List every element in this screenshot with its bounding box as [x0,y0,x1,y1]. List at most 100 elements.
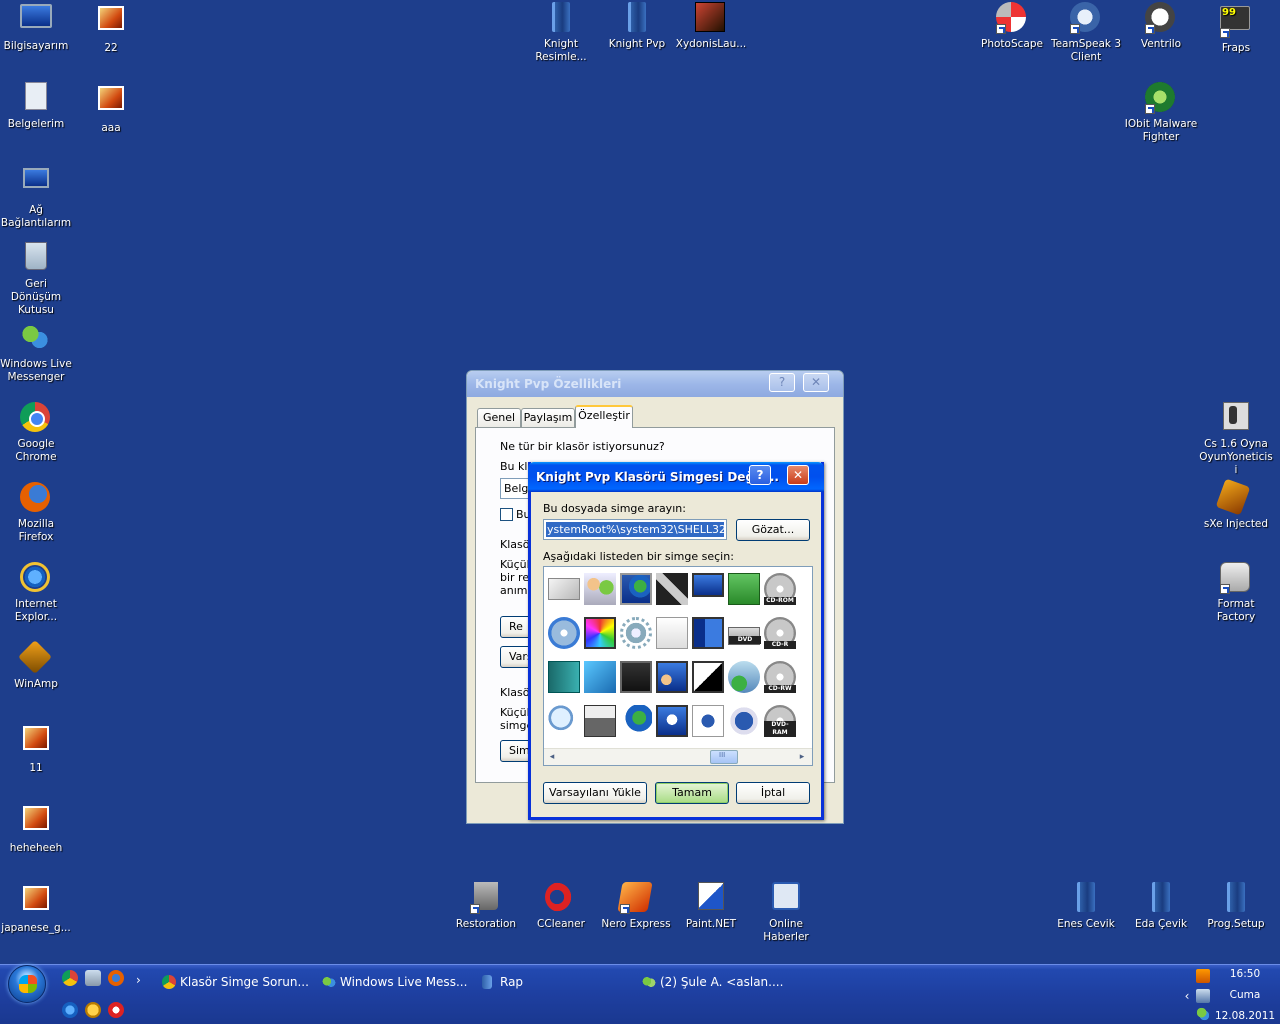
desktop-icon-my-computer[interactable]: Bilgisayarım [0,2,74,53]
desktop-icon-mozilla-firefox[interactable]: Mozilla Firefox [0,482,74,544]
desktop-icon-nero[interactable]: Nero Express [598,882,674,931]
desktop-icon-google-chrome[interactable]: Google Chrome [0,402,74,464]
icon-file-path-input[interactable]: ystemRoot%\system32\SHELL32.dll [543,519,727,540]
display-properties-icon[interactable] [584,617,616,649]
quicklaunch-show-desktop-icon[interactable] [85,970,101,986]
scroll-thumb[interactable] [710,750,738,764]
taskbar-button-messenger[interactable]: Windows Live Mess... [320,971,470,993]
monitor-search-icon[interactable] [656,705,688,737]
media-player-tray-icon[interactable] [1196,969,1210,983]
apply-subfolders-checkbox[interactable] [500,508,513,521]
clock-time[interactable]: 16:50 [1210,968,1280,980]
network-monitor-icon[interactable] [692,617,724,649]
restore-defaults-button[interactable]: Varsayılanı Yükle [543,782,647,804]
ccleaner-icon [545,882,577,914]
dialog-help-button[interactable]: ? [749,465,771,485]
desktop-icon-network-connections[interactable]: Ağ Bağlantılarım [0,162,74,230]
desktop-icon-11[interactable]: 11 [0,722,74,775]
quicklaunch-chrome-icon[interactable] [62,970,78,986]
desktop-icon-xydonis-launcher[interactable]: XydonisLau... [673,2,749,51]
dialog-close-button[interactable]: ✕ [787,465,809,485]
expand-tray-icon[interactable]: ‹ [1180,989,1194,1003]
browse-button[interactable]: Gözat... [736,519,810,541]
quicklaunch-app-icon[interactable] [108,1002,124,1018]
desktop-icon-japanese[interactable]: japanese_g... [0,882,74,935]
help-doc-icon[interactable] [692,705,724,737]
desktop-icon-eda-cevik[interactable]: Eda Çevik [1123,882,1199,931]
green-arrow-icon[interactable] [728,573,760,605]
quicklaunch-chevron-icon[interactable]: › [136,973,141,987]
ok-button[interactable]: Tamam [655,782,729,804]
desktop-icon-ccleaner[interactable]: CCleaner [523,882,599,931]
magnifier-icon[interactable] [548,705,580,737]
user-monitor-icon[interactable] [656,661,688,693]
book-icon[interactable] [548,661,580,693]
tools-icon[interactable] [656,573,688,605]
cancel-button[interactable]: İptal [736,782,810,804]
desktop-icon-my-documents[interactable]: Belgelerim [0,82,74,131]
taskbar-button-rap[interactable]: Rap [480,971,630,993]
desktop-icon-22[interactable]: 22 [73,2,149,55]
search-settings-icon[interactable] [656,617,688,649]
desktop-icon-fraps[interactable]: Fraps [1198,2,1274,55]
help-icon[interactable] [728,705,760,737]
desktop-icon-photoscape[interactable]: PhotoScape [974,2,1050,51]
gear-icon[interactable] [620,617,652,649]
desktop-icon-iobit[interactable]: IObit Malware Fighter [1123,82,1199,144]
music-add-icon[interactable] [728,661,760,693]
globe-clock-icon[interactable] [620,705,652,737]
desktop-icon-recycle-bin[interactable]: Geri Dönüşüm Kutusu [0,242,74,317]
cdrom-icon[interactable]: CD-ROM [764,573,796,605]
desktop-icon-teamspeak[interactable]: TeamSpeak 3 Client [1048,2,1124,64]
scroll-left-arrow-icon[interactable]: ◂ [546,751,558,763]
change-icon-title-bar[interactable]: Knight Pvp Klasörü Simgesi Değiş... [528,462,824,492]
quicklaunch-ie-icon[interactable] [62,1002,78,1018]
desktop-icon-winamp[interactable]: WinAmp [0,640,74,691]
start-button[interactable] [8,965,46,1003]
monitor-icon[interactable] [692,573,724,597]
globe-monitor-icon[interactable] [620,573,652,605]
scroll-right-arrow-icon[interactable]: ▸ [796,751,808,763]
desktop-icon-restoration[interactable]: Restoration [448,882,524,931]
desktop-icon-ventrilo[interactable]: Ventrilo [1123,2,1199,51]
desktop-icon-windows-live-messenger[interactable]: Windows Live Messenger [0,322,74,384]
envelope-icon[interactable] [548,578,580,600]
taskbar-button-chat[interactable]: (2) Şule A. <aslan.... [640,971,790,993]
cdr-icon[interactable]: CD-R [764,617,796,649]
desktop-icon-knight-pvp[interactable]: Knight Pvp [599,2,675,51]
quicklaunch-firefox-icon[interactable] [108,970,124,986]
network-tray-icon[interactable] [1196,989,1210,1003]
iobit-icon [1145,82,1177,114]
desktop-icon-heheheeh[interactable]: heheheeh [0,802,74,855]
desktop-icon-enes-cevik[interactable]: Enes Cevik [1048,882,1124,931]
messenger-tray-icon[interactable] [1196,1007,1210,1021]
icon-list[interactable]: ◂ ▸ CD-ROM DVDCD-R CD-RW DVD-RAM [543,566,813,766]
cd-icon[interactable] [548,617,580,649]
cdrw-icon[interactable]: CD-RW [764,661,796,693]
dvd-drive-icon[interactable]: DVD [728,627,761,645]
quicklaunch-avast-icon[interactable] [85,1002,101,1018]
users-icon[interactable] [584,573,616,605]
media-icon[interactable] [584,661,616,693]
taskbar-button-chrome[interactable]: Klasör Simge Sorun... [160,971,310,993]
desktop-icon-internet-explorer[interactable]: Internet Explor... [0,562,74,624]
desktop-icon-sxe[interactable]: sXe Injected [1198,478,1274,531]
desktop-icon-format-factory[interactable]: Format Factory [1198,562,1274,624]
shortcut-arrow-icon [620,904,630,914]
desktop-icon-aaa[interactable]: aaa [73,82,149,135]
desktop-icon-online-haberler[interactable]: Online Haberler [748,882,824,944]
printer-icon[interactable] [584,705,616,737]
desktop-icon-paint-net[interactable]: Paint.NET [673,882,749,931]
monitor-gear-icon[interactable] [620,661,652,693]
icon-list-scrollbar[interactable]: ◂ ▸ [544,748,812,765]
desktop-icon-knight-resimleri[interactable]: Knight Resimle... [523,2,599,64]
tab-sharing[interactable]: Paylaşım [521,408,575,427]
contrast-icon[interactable] [692,661,724,693]
properties-close-button[interactable]: ✕ [803,373,829,392]
tab-general[interactable]: Genel [477,408,521,427]
desktop-icon-prog-setup[interactable]: Prog.Setup [1198,882,1274,931]
dvdram-icon[interactable]: DVD-RAM [764,705,796,737]
tab-customize[interactable]: Özelleştir [575,405,633,428]
properties-help-button[interactable]: ? [769,373,795,392]
desktop-icon-cs16[interactable]: Cs 1.6 Oyna OyunYoneticisi [1198,402,1274,477]
